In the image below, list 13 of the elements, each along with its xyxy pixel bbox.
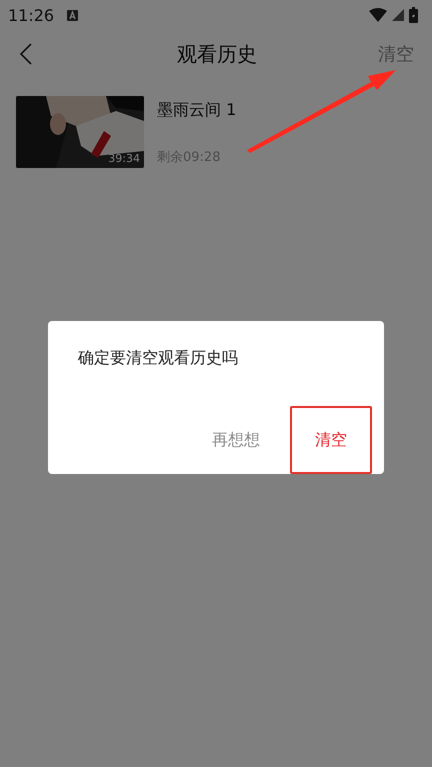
battery-icon — [409, 7, 418, 23]
notification-icon — [67, 10, 78, 20]
confirm-button[interactable]: 清空 — [290, 406, 372, 474]
video-duration: 39:34 — [108, 152, 140, 165]
status-time: 11:26 — [8, 6, 54, 24]
cancel-button[interactable]: 再想想 — [196, 406, 276, 474]
video-title[interactable]: 墨雨云间 1 — [157, 100, 236, 121]
back-icon[interactable] — [20, 43, 32, 65]
page-title: 观看历史 — [176, 40, 258, 68]
wifi-icon — [369, 8, 387, 22]
dialog-message: 确定要清空观看历史吗 — [78, 348, 239, 369]
signal-icon — [392, 9, 404, 21]
clear-button[interactable]: 清空 — [368, 42, 414, 66]
